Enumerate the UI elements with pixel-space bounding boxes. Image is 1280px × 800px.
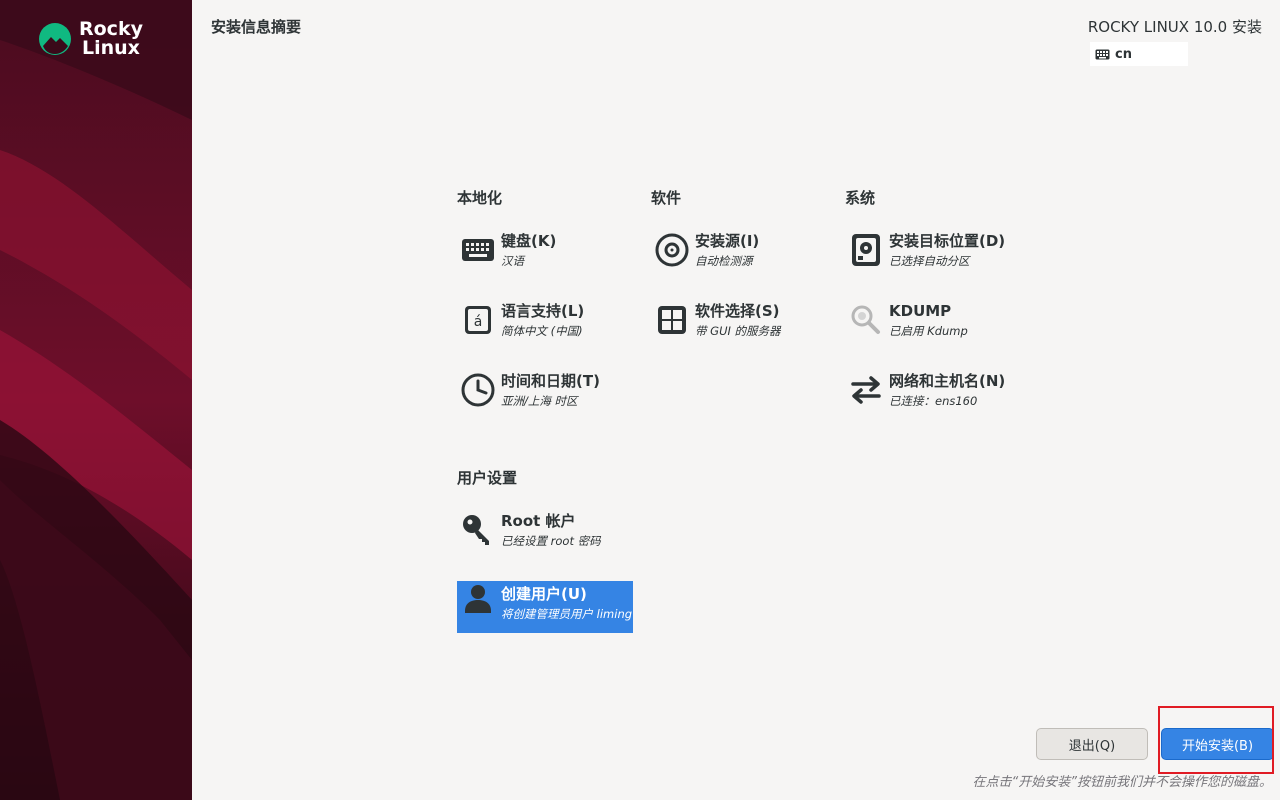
package-icon bbox=[658, 306, 686, 334]
sidebar: Rocky Linux bbox=[0, 0, 192, 800]
spoke-user-status: 将创建管理员用户 liming bbox=[501, 607, 633, 621]
main-panel: 安装信息摘要 ROCKY LINUX 10.0 安装 cn 本地化 软件 系统 … bbox=[192, 0, 1280, 800]
spoke-installation-destination[interactable]: 安装目标位置(D) 已选择自动分区 bbox=[845, 227, 1021, 279]
spoke-language-title: 语言支持(L) bbox=[501, 302, 585, 320]
spoke-source-title: 安装源(I) bbox=[695, 232, 760, 250]
spoke-root-title: Root 帐户 bbox=[501, 512, 576, 530]
spoke-kdump-title: KDUMP bbox=[889, 302, 952, 320]
spoke-create-user[interactable]: 创建用户(U) 将创建管理员用户 liming bbox=[457, 581, 633, 633]
spoke-software-selection[interactable]: 软件选择(S) 带 GUI 的服务器 bbox=[651, 297, 827, 349]
spoke-language-status: 简体中文 (中国) bbox=[501, 324, 583, 338]
spoke-source-status: 自动检测源 bbox=[695, 254, 753, 268]
spoke-keyboard-status: 汉语 bbox=[501, 254, 524, 268]
spoke-time-date[interactable]: 时间和日期(T) 亚洲/上海 时区 bbox=[457, 367, 633, 419]
clock-icon bbox=[461, 373, 495, 407]
category-user-settings: 用户设置 bbox=[457, 469, 518, 487]
spoke-network-title: 网络和主机名(N) bbox=[889, 372, 1006, 390]
spoke-kdump-status: 已启用 Kdump bbox=[889, 324, 968, 338]
magnifier-icon bbox=[851, 305, 880, 334]
product-title: ROCKY LINUX 10.0 安装 bbox=[1087, 18, 1262, 36]
spoke-destination-status: 已选择自动分区 bbox=[889, 254, 970, 268]
spoke-network-status: 已连接：ens160 bbox=[889, 394, 978, 408]
spoke-network-hostname[interactable]: 网络和主机名(N) 已连接：ens160 bbox=[845, 367, 1021, 419]
spoke-datetime-status: 亚洲/上海 时区 bbox=[501, 394, 578, 408]
spoke-kdump[interactable]: KDUMP 已启用 Kdump bbox=[845, 297, 1021, 349]
language-icon: á bbox=[465, 306, 491, 334]
spoke-root-status: 已经设置 root 密码 bbox=[501, 534, 601, 548]
network-transmit-receive-icon bbox=[851, 376, 881, 404]
spoke-root-account[interactable]: Root 帐户 已经设置 root 密码 bbox=[457, 507, 633, 559]
spoke-software-title: 软件选择(S) bbox=[695, 302, 780, 320]
spoke-user-title: 创建用户(U) bbox=[501, 585, 587, 603]
page-title: 安装信息摘要 bbox=[211, 18, 302, 36]
category-system: 系统 bbox=[845, 189, 876, 207]
spoke-software-status: 带 GUI 的服务器 bbox=[695, 324, 781, 338]
spoke-datetime-title: 时间和日期(T) bbox=[501, 372, 600, 390]
keyboard-icon bbox=[462, 239, 494, 261]
begin-installation-button[interactable]: 开始安装(B) bbox=[1161, 728, 1274, 760]
disc-icon bbox=[655, 233, 689, 267]
spoke-keyboard[interactable]: 键盘(K) 汉语 bbox=[457, 227, 633, 279]
keyboard-layout-label: cn bbox=[1115, 46, 1132, 62]
keyboard-layout-indicator[interactable]: cn bbox=[1090, 42, 1188, 66]
spoke-installation-source[interactable]: 安装源(I) 自动检测源 bbox=[651, 227, 827, 279]
spoke-destination-title: 安装目标位置(D) bbox=[889, 232, 1006, 250]
footer-note: 在点击“开始安装”按钮前我们并不会操作您的磁盘。 bbox=[972, 775, 1272, 790]
rocky-logo-icon bbox=[39, 23, 71, 55]
spoke-keyboard-title: 键盘(K) bbox=[501, 232, 557, 250]
svg-text:á: á bbox=[474, 314, 483, 330]
keyboard-small-icon bbox=[1095, 49, 1110, 59]
rocky-linux-logo: Rocky Linux bbox=[38, 20, 143, 58]
spoke-language-support[interactable]: á 语言支持(L) 简体中文 (中国) bbox=[457, 297, 633, 349]
hard-disk-icon bbox=[852, 234, 880, 266]
category-localization: 本地化 bbox=[457, 189, 503, 207]
user-icon bbox=[465, 585, 491, 613]
logo-line-2: Linux bbox=[82, 37, 140, 59]
quit-button[interactable]: 退出(Q) bbox=[1036, 728, 1148, 760]
category-software: 软件 bbox=[651, 189, 682, 207]
sidebar-background-art bbox=[0, 0, 192, 800]
key-icon bbox=[463, 515, 489, 545]
